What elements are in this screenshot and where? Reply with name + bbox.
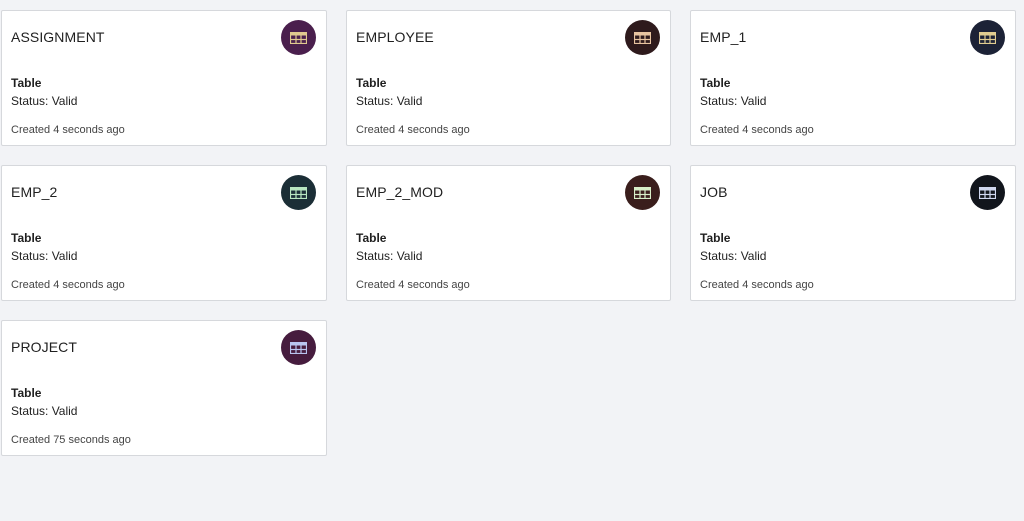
card-type: Table [356,231,387,245]
table-icon-badge [625,20,660,55]
table-icon [634,31,651,44]
card-title: EMP_2 [11,184,58,200]
table-icon-badge [625,175,660,210]
card-title: ASSIGNMENT [11,29,105,45]
card-status: Status: Valid [700,249,767,263]
table-icon-badge [281,175,316,210]
card-title: EMP_2_MOD [356,184,444,200]
card-type: Table [700,76,731,90]
card-created: Created 4 seconds ago [356,279,470,291]
table-icon [634,186,651,199]
card-type: Table [11,76,42,90]
object-card[interactable]: EMP_2 Table Status: Valid Created 4 seco… [1,165,327,301]
card-created: Created 4 seconds ago [11,279,125,291]
table-icon-badge [970,175,1005,210]
object-card[interactable]: PROJECT Table Status: Valid Created 75 s… [1,320,327,456]
card-status: Status: Valid [356,249,423,263]
object-card[interactable]: JOB Table Status: Valid Created 4 second… [690,165,1016,301]
card-status: Status: Valid [11,94,78,108]
object-card-grid: ASSIGNMENT Table Status: Valid Created 4… [1,10,1016,456]
card-status: Status: Valid [700,94,767,108]
card-status: Status: Valid [356,94,423,108]
table-icon [290,341,307,354]
card-title: JOB [700,184,728,200]
card-created: Created 4 seconds ago [700,124,814,136]
card-type: Table [11,231,42,245]
table-icon-badge [970,20,1005,55]
card-created: Created 75 seconds ago [11,434,131,446]
card-type: Table [11,386,42,400]
table-icon-badge [281,20,316,55]
card-created: Created 4 seconds ago [700,279,814,291]
object-card[interactable]: EMP_1 Table Status: Valid Created 4 seco… [690,10,1016,146]
table-icon [290,31,307,44]
card-title: EMP_1 [700,29,747,45]
table-icon [979,186,996,199]
object-card[interactable]: EMPLOYEE Table Status: Valid Created 4 s… [346,10,671,146]
card-type: Table [356,76,387,90]
object-card[interactable]: EMP_2_MOD Table Status: Valid Created 4 … [346,165,671,301]
table-icon-badge [281,330,316,365]
card-created: Created 4 seconds ago [11,124,125,136]
card-status: Status: Valid [11,249,78,263]
table-icon [979,31,996,44]
table-icon [290,186,307,199]
card-status: Status: Valid [11,404,78,418]
object-card[interactable]: ASSIGNMENT Table Status: Valid Created 4… [1,10,327,146]
card-title: EMPLOYEE [356,29,434,45]
card-title: PROJECT [11,339,78,355]
card-type: Table [700,231,731,245]
card-created: Created 4 seconds ago [356,124,470,136]
